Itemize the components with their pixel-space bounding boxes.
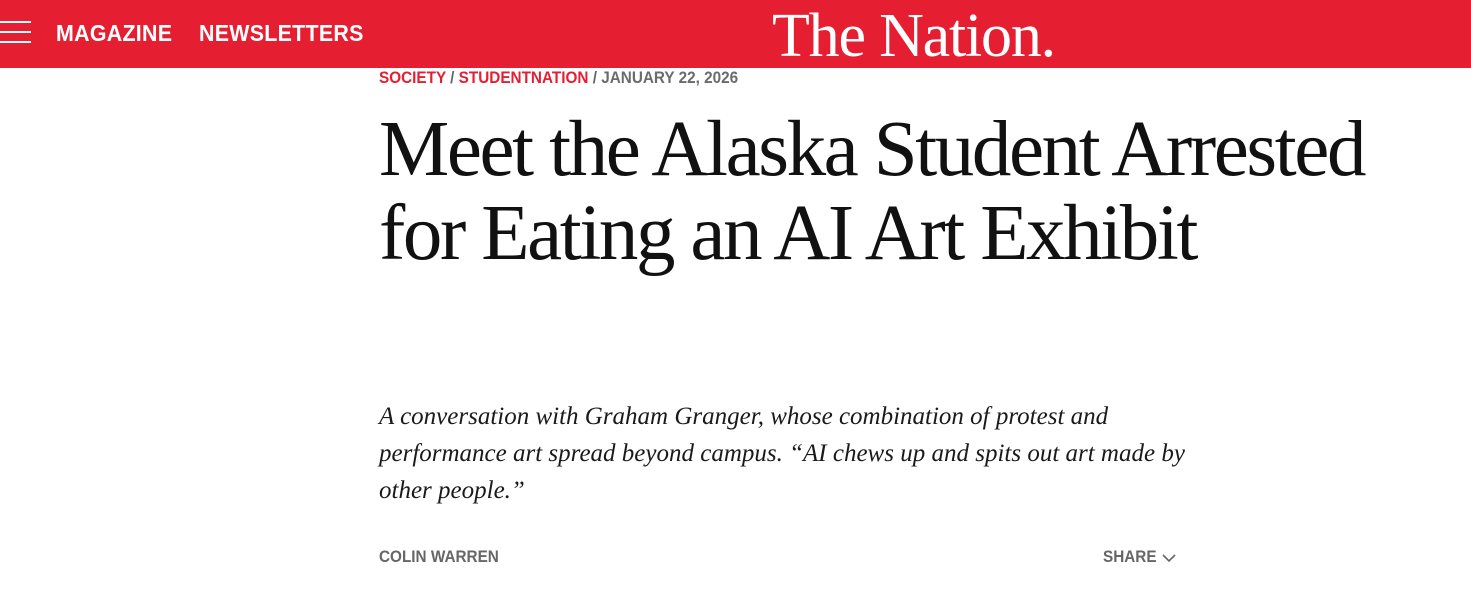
nav-magazine-link[interactable]: MAGAZINE [56,20,172,46]
category-link-society[interactable]: SOCIETY [379,68,446,87]
menu-bar [0,31,31,33]
article-headline: Meet the Alaska Student Arrested for Eat… [379,106,1366,277]
share-label: SHARE [1103,547,1157,566]
category-link-studentnation[interactable]: STUDENTNATION [459,68,589,87]
article-kicker: SOCIETY / STUDENTNATION / JANUARY 22, 20… [379,67,738,89]
menu-bar [0,41,31,43]
site-header: MAGAZINE NEWSLETTERS The Nation. [0,0,1471,70]
kicker-separator: / [592,68,597,87]
menu-bar [0,21,31,23]
article-dek: A conversation with Graham Granger, whos… [379,403,1185,504]
share-button[interactable]: SHARE [1103,546,1177,568]
publish-date: JANUARY 22, 2026 [601,68,739,87]
chevron-down-icon [1161,554,1176,563]
kicker-separator: / [450,68,455,87]
hamburger-menu-icon[interactable] [0,19,32,45]
site-logo[interactable]: The Nation. [772,2,1056,70]
author-byline-link[interactable]: COLIN WARREN [379,546,499,568]
nav-newsletters-link[interactable]: NEWSLETTERS [199,20,364,46]
